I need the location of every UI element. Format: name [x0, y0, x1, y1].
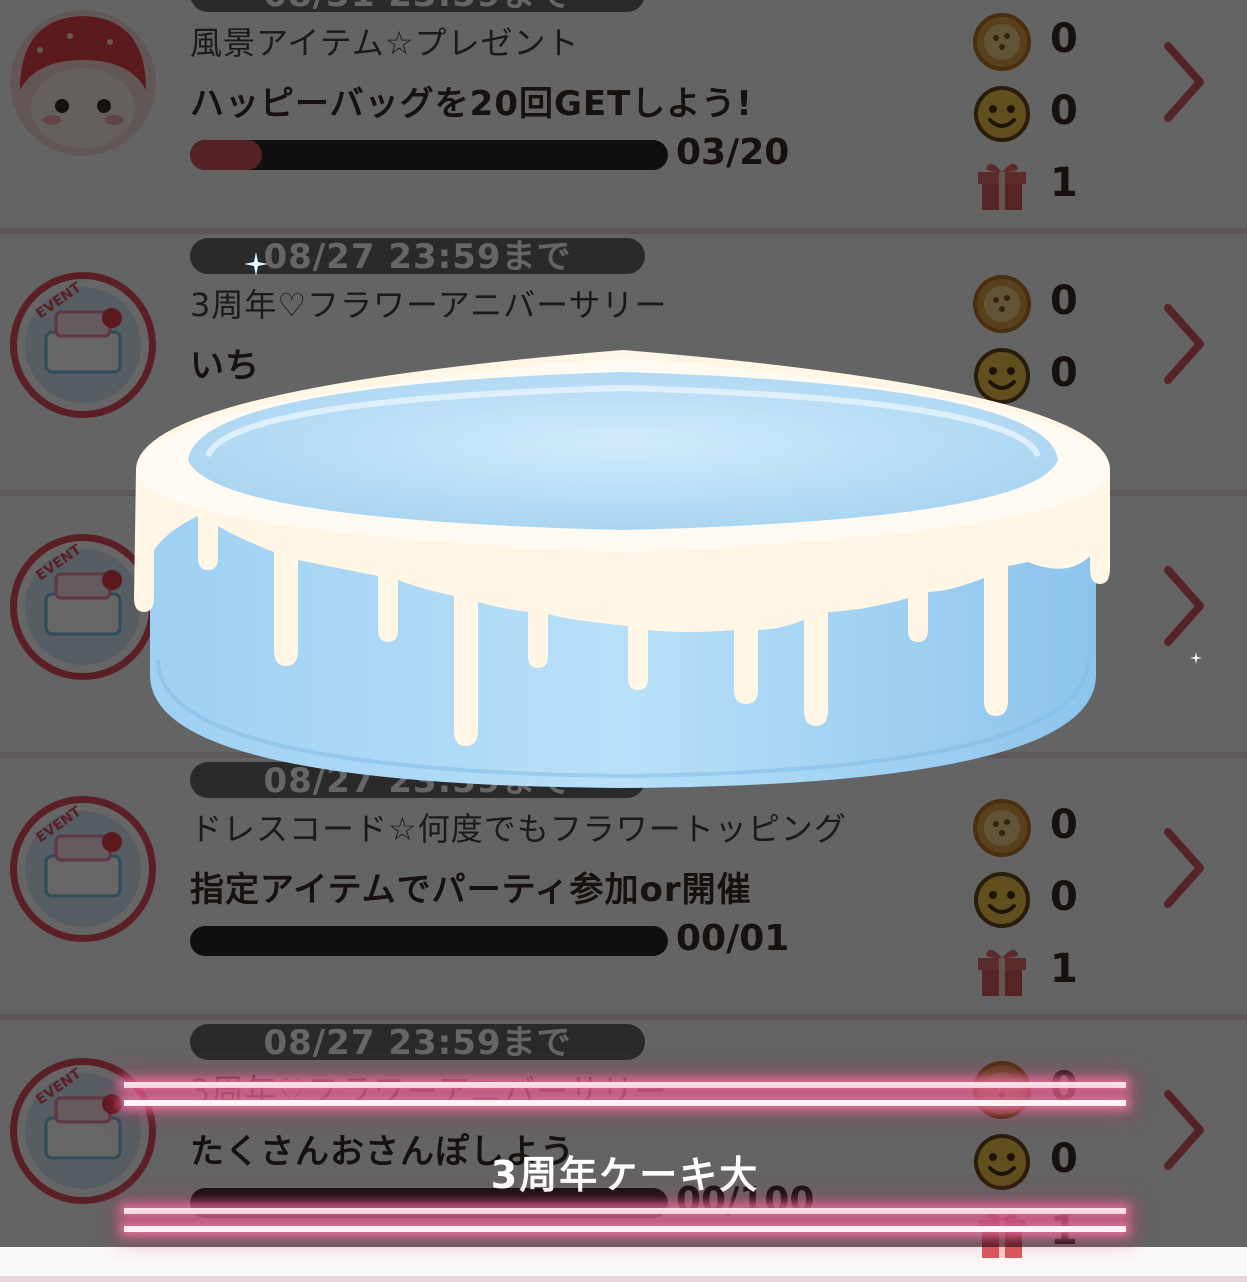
neon-line-top — [124, 1100, 1126, 1106]
neon-line-top — [124, 1082, 1126, 1088]
cake-icon — [134, 350, 1110, 788]
neon-line-bottom — [124, 1208, 1126, 1214]
reward-item-name: 3周年ケーキ大 — [490, 1153, 760, 1197]
sparkle-icon — [244, 252, 268, 276]
neon-line-bottom — [124, 1226, 1126, 1232]
reward-name-banner: 3周年ケーキ大 — [124, 1060, 1126, 1247]
sparkle-icon — [1190, 652, 1202, 664]
